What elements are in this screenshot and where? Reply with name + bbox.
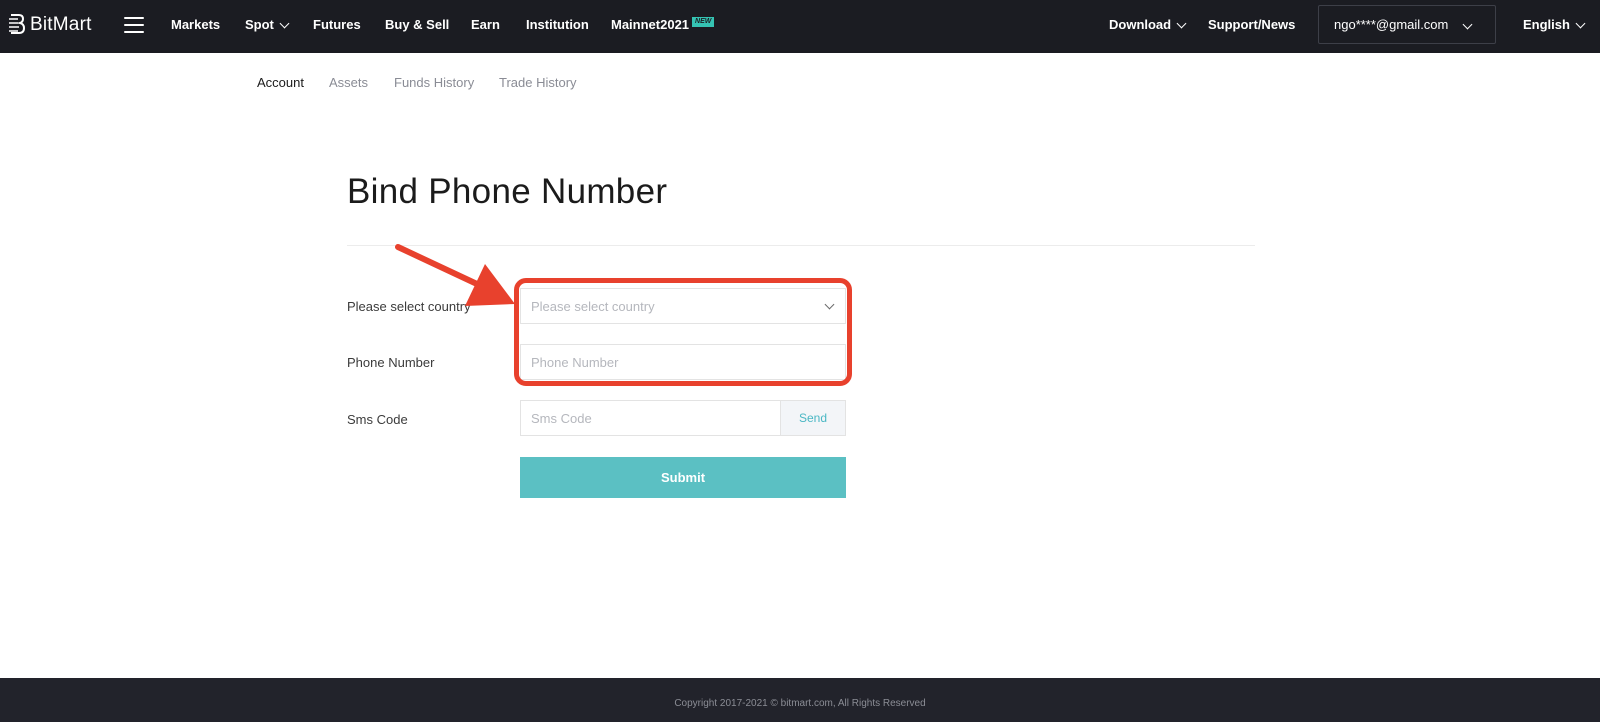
nav-institution[interactable]: Institution: [526, 0, 589, 50]
chevron-down-icon: [1575, 18, 1586, 28]
country-select-placeholder: Please select country: [531, 298, 655, 314]
top-navbar: BitMart Markets Spot Futures Buy & Sell …: [0, 0, 1600, 53]
phone-input[interactable]: [521, 345, 845, 379]
nav-markets-label: Markets: [171, 17, 221, 32]
menu-icon[interactable]: [124, 17, 144, 33]
nav-support-news[interactable]: Support/News: [1208, 0, 1295, 50]
nav-buy-sell[interactable]: Buy & Sell: [385, 0, 449, 50]
nav-earn[interactable]: Earn: [471, 0, 500, 50]
footer: Copyright 2017-2021 © bitmart.com, All R…: [0, 678, 1600, 722]
chevron-down-icon: [1462, 19, 1473, 30]
country-label: Please select country: [347, 299, 471, 314]
account-subnav: Account Assets Funds History Trade Histo…: [0, 53, 1600, 110]
nav-institution-label: Institution: [526, 17, 589, 32]
tab-funds-history[interactable]: Funds History: [394, 75, 474, 90]
send-code-button[interactable]: Send: [780, 401, 845, 435]
nav-buy-sell-label: Buy & Sell: [385, 17, 450, 32]
nav-spot[interactable]: Spot: [245, 0, 290, 50]
nav-earn-label: Earn: [471, 17, 500, 32]
account-dropdown[interactable]: ngo****@gmail.com: [1318, 5, 1496, 44]
main-content: [0, 110, 1600, 678]
bitmart-logo-icon: [9, 14, 25, 34]
tab-account[interactable]: Account: [257, 75, 304, 90]
page-title: Bind Phone Number: [347, 172, 668, 211]
nav-download[interactable]: Download: [1109, 0, 1187, 50]
chevron-down-icon: [824, 299, 835, 310]
nav-download-label: Download: [1109, 17, 1172, 32]
chevron-down-icon: [279, 18, 290, 28]
submit-button[interactable]: Submit: [520, 457, 846, 498]
new-badge: NEW: [692, 17, 715, 27]
nav-futures-label: Futures: [313, 17, 361, 32]
account-email: ngo****@gmail.com: [1334, 17, 1449, 32]
nav-markets[interactable]: Markets: [171, 0, 220, 50]
brand-name: BitMart: [30, 14, 92, 35]
tab-trade-history[interactable]: Trade History: [499, 75, 577, 90]
phone-field: [520, 344, 846, 380]
tab-assets[interactable]: Assets: [329, 75, 368, 90]
phone-label: Phone Number: [347, 355, 435, 370]
nav-spot-label: Spot: [245, 17, 274, 32]
sms-label: Sms Code: [347, 412, 408, 427]
nav-support-label: Support/News: [1208, 17, 1296, 32]
sms-code-input[interactable]: [521, 401, 781, 435]
sms-field: Send: [520, 400, 846, 436]
language-selector[interactable]: English: [1523, 0, 1586, 50]
copyright-text: Copyright 2017-2021 © bitmart.com, All R…: [674, 697, 926, 709]
country-select[interactable]: Please select country: [520, 288, 846, 324]
nav-mainnet2021[interactable]: Mainnet2021 NEW: [611, 0, 715, 50]
bitmart-logo[interactable]: BitMart: [8, 13, 92, 37]
title-divider: [347, 245, 1255, 246]
nav-futures[interactable]: Futures: [313, 0, 361, 50]
chevron-down-icon: [1176, 18, 1187, 28]
nav-mainnet2021-label: Mainnet2021: [611, 17, 690, 32]
language-label: English: [1523, 17, 1570, 32]
